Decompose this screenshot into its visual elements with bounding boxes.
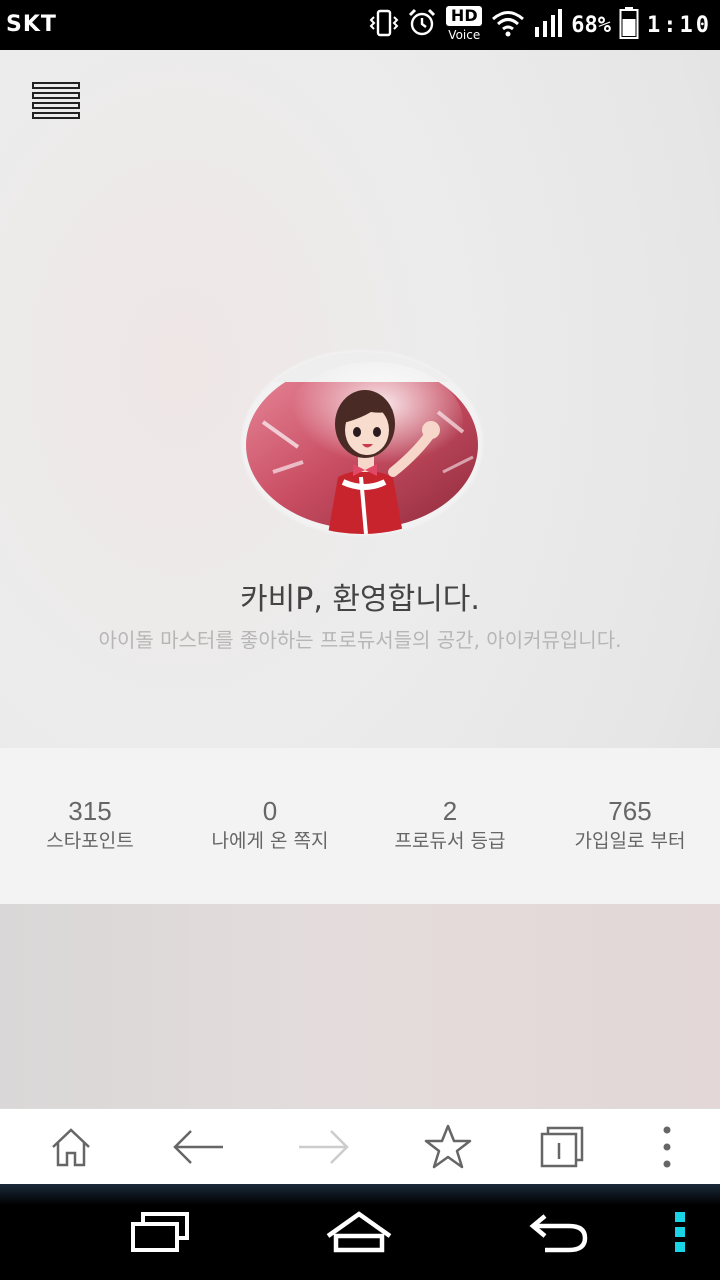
- battery-icon: [619, 7, 639, 43]
- profile-page: 카비P, 환영합니다. 아이돌 마스터를 좋아하는 프로듀서들의 공간, 아이커…: [0, 50, 720, 1108]
- menu-icon[interactable]: [666, 1202, 694, 1262]
- site-description: 아이돌 마스터를 좋아하는 프로듀서들의 공간, 아이커뮤입니다.: [98, 628, 622, 652]
- avatar[interactable]: [243, 352, 481, 534]
- clock: 1:10: [647, 12, 712, 38]
- status-bar: SKT HD Voice 68% 1:10: [0, 0, 720, 50]
- carrier-label: SKT: [6, 12, 57, 37]
- recent-apps-icon[interactable]: [126, 1202, 194, 1262]
- stat-value: 2: [442, 796, 458, 826]
- stat-messages[interactable]: 0 나에게 온 쪽지: [180, 748, 360, 904]
- signal-icon: [533, 7, 563, 43]
- status-icons: HD Voice 68% 1:10: [369, 6, 712, 44]
- stat-days-since-join[interactable]: 765 가입일로 부터: [540, 748, 720, 904]
- stat-producer-rank[interactable]: 2 프로듀서 등급: [360, 748, 540, 904]
- stat-label: 스타포인트: [46, 830, 134, 852]
- wifi-icon: [491, 8, 525, 42]
- alarm-icon: [407, 8, 437, 42]
- stat-label: 나에게 온 쪽지: [211, 830, 329, 852]
- stats-panel: 315 스타포인트 0 나에게 온 쪽지 2 프로듀서 등급 765 가입일로 …: [0, 748, 720, 904]
- welcome-message: 카비P, 환영합니다.: [240, 582, 480, 617]
- forward-arrow-icon[interactable]: [294, 1121, 354, 1173]
- hd-voice-icon: HD Voice: [445, 6, 483, 44]
- stat-star-points[interactable]: 315 스타포인트: [0, 748, 180, 904]
- stat-label: 프로듀서 등급: [394, 830, 506, 852]
- stat-value: 765: [608, 796, 652, 826]
- back-arrow-icon[interactable]: [168, 1121, 228, 1173]
- browser-toolbar: [0, 1108, 720, 1184]
- home-icon[interactable]: [322, 1202, 396, 1262]
- navigation-bar: [0, 1184, 720, 1280]
- page-background: [0, 904, 720, 1108]
- stat-label: 가입일로 부터: [574, 830, 686, 852]
- hd-label: HD: [446, 6, 483, 26]
- more-menu-icon[interactable]: [637, 1121, 697, 1173]
- home-icon[interactable]: [41, 1121, 101, 1173]
- vibrate-icon: [369, 8, 399, 42]
- tabs-icon[interactable]: [532, 1121, 592, 1173]
- voice-label: Voice: [448, 28, 481, 42]
- hamburger-menu-icon[interactable]: [30, 80, 82, 120]
- back-icon[interactable]: [524, 1202, 594, 1262]
- bookmark-star-icon[interactable]: [418, 1121, 478, 1173]
- stat-value: 0: [262, 796, 278, 826]
- stat-value: 315: [68, 796, 112, 826]
- battery-percent: 68%: [571, 12, 612, 38]
